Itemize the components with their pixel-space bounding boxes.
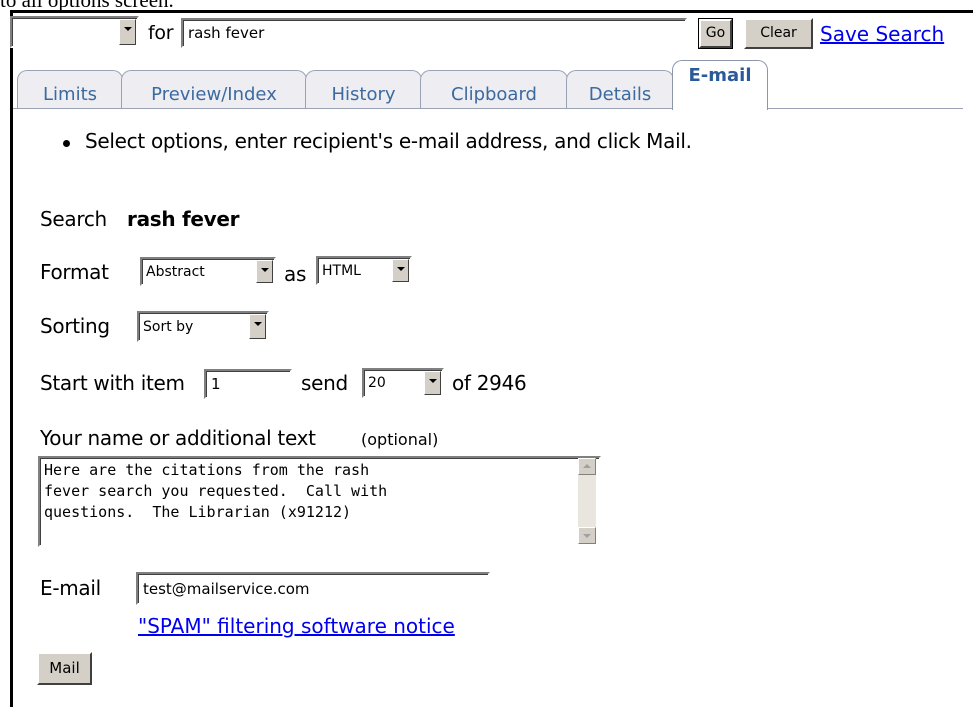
for-label: for [148, 22, 174, 44]
send-count-select[interactable]: 20 [362, 368, 444, 398]
format-select[interactable]: Abstract [140, 257, 276, 286]
optional-note: (optional) [361, 430, 439, 449]
scroll-down-icon[interactable] [578, 527, 596, 544]
tab-details-label: Details [588, 84, 652, 105]
spam-notice-link[interactable]: "SPAM" filtering software notice [138, 614, 455, 638]
chevron-down-icon[interactable] [119, 19, 136, 45]
send-count-value: 20 [368, 375, 386, 391]
search-input-value: rash fever [188, 24, 265, 42]
sorting-select[interactable]: Sort by [137, 311, 269, 342]
total-count: of 2946 [452, 371, 527, 395]
email-field[interactable]: test@mailservice.com [136, 572, 490, 605]
search-term: rash fever [127, 207, 240, 231]
save-search-link[interactable]: Save Search [820, 22, 944, 46]
format-label: Format [40, 260, 109, 284]
tab-history[interactable]: History [305, 70, 422, 108]
tab-clipboard[interactable]: Clipboard [420, 70, 568, 108]
tab-history-label: History [331, 84, 396, 105]
tab-preview-index-label: Preview/Index [151, 84, 277, 105]
start-label: Start with item [40, 371, 185, 395]
instruction-text: Select options, enter recipient's e-mail… [85, 129, 692, 153]
chevron-down-icon[interactable] [392, 259, 409, 282]
tab-details[interactable]: Details [566, 70, 674, 108]
additional-text-area[interactable] [38, 456, 601, 547]
sorting-label: Sorting [40, 314, 110, 338]
tab-limits[interactable]: Limits [17, 70, 123, 108]
start-item-value: 1 [211, 375, 221, 393]
as-select-value: HTML [322, 262, 361, 279]
chevron-down-icon[interactable] [256, 260, 273, 283]
as-select[interactable]: HTML [316, 256, 412, 285]
name-text-label: Your name or additional text [40, 426, 316, 450]
tab-email[interactable]: E-mail [672, 60, 768, 110]
sorting-select-value: Sort by [143, 318, 194, 335]
scroll-up-icon[interactable] [578, 458, 596, 475]
database-select[interactable] [10, 16, 139, 48]
tab-baseline [13, 108, 963, 109]
tab-clipboard-label: Clipboard [451, 84, 537, 105]
search-input[interactable]: rash fever [181, 18, 687, 48]
send-label: send [301, 371, 348, 395]
start-item-input[interactable]: 1 [204, 369, 292, 399]
chevron-down-icon[interactable] [249, 314, 266, 339]
go-button[interactable]: Go [698, 18, 733, 49]
panel-top-border [10, 10, 973, 13]
search-label: Search [40, 207, 107, 231]
email-field-value: test@mailservice.com [143, 579, 310, 598]
bullet-dot [63, 140, 70, 147]
tab-email-label: E-mail [688, 65, 752, 86]
tab-preview-index[interactable]: Preview/Index [121, 70, 307, 108]
format-select-value: Abstract [146, 263, 205, 280]
chevron-down-icon[interactable] [424, 371, 441, 395]
mail-button[interactable]: Mail [37, 652, 92, 685]
textarea-scrollbar[interactable] [578, 458, 596, 544]
as-label: as [284, 262, 307, 286]
tab-limits-label: Limits [43, 84, 97, 105]
panel-left-border [10, 10, 13, 707]
email-label: E-mail [40, 576, 101, 600]
clear-button[interactable]: Clear [744, 18, 813, 49]
